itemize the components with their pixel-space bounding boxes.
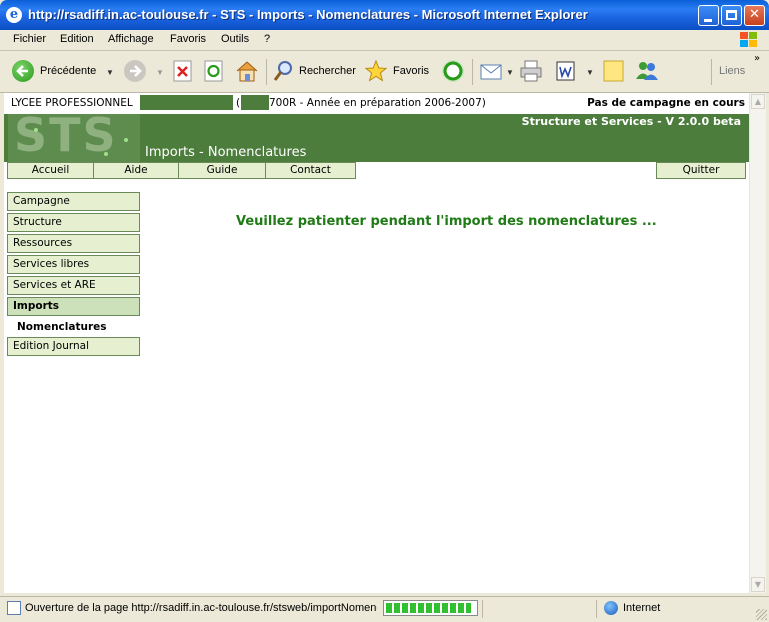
info-bar: LYCEE PROFESSIONNEL ( 700R - Année en pr… <box>4 93 749 114</box>
loading-message: Veuillez patienter pendant l'import des … <box>236 214 657 229</box>
menu-bar: Fichier Edition Affichage Favoris Outils… <box>0 30 769 51</box>
maximize-button[interactable] <box>721 5 742 26</box>
progress-fill <box>386 603 471 613</box>
school-name: LYCEE PROFESSIONNEL <box>11 97 133 109</box>
sidebar-item-ressources[interactable]: Ressources <box>7 234 140 253</box>
menu-fichier[interactable]: Fichier <box>13 33 46 45</box>
menu-help[interactable]: ? <box>264 33 270 45</box>
campaign-status: Pas de campagne en cours <box>587 97 745 109</box>
links-button[interactable]: Liens <box>719 59 759 85</box>
globe-icon <box>604 601 618 615</box>
page-title: Imports - Nomenclatures <box>145 145 307 160</box>
forward-dropdown-icon: ▼ <box>156 68 164 77</box>
chevron-more-icon[interactable]: » <box>754 53 760 64</box>
year-info: 700R - Année en préparation 2006-2007) <box>269 97 486 109</box>
search-button[interactable]: Rechercher <box>272 59 357 85</box>
note-icon <box>603 60 624 82</box>
nav-bar: Accueil Aide Guide Contact Quitter <box>4 162 749 179</box>
status-text: Ouverture de la page http://rsadiff.in.a… <box>25 602 377 614</box>
edit-button[interactable]: ▼ <box>554 59 596 85</box>
redacted-block <box>241 95 269 110</box>
forward-button[interactable]: ▼ <box>123 59 164 85</box>
back-dropdown-icon[interactable]: ▼ <box>106 68 114 77</box>
mail-icon <box>480 64 502 80</box>
paren-open: ( <box>236 97 241 109</box>
stop-icon <box>173 60 192 82</box>
menu-favoris[interactable]: Favoris <box>170 33 206 45</box>
notes-button[interactable] <box>601 59 627 85</box>
history-icon <box>442 60 464 82</box>
sidebar-item-structure[interactable]: Structure <box>7 213 140 232</box>
security-zone: Internet <box>623 602 661 614</box>
app-version: Structure et Services - V 2.0.0 beta <box>521 115 741 128</box>
minimize-button[interactable] <box>698 5 719 26</box>
refresh-button[interactable] <box>203 59 227 85</box>
sts-logo: STS <box>8 114 140 162</box>
messenger-button[interactable] <box>633 59 661 85</box>
printer-icon <box>520 60 542 82</box>
sidebar-subitem-nomenclatures[interactable]: Nomenclatures <box>17 321 107 333</box>
print-button[interactable] <box>518 59 544 85</box>
search-icon <box>273 61 292 81</box>
logo-text: STS <box>14 114 118 162</box>
title-bar: e http://rsadiff.in.ac-toulouse.fr - STS… <box>0 0 769 30</box>
header-banner: STS Structure et Services - V 2.0.0 beta… <box>4 114 749 162</box>
history-button[interactable] <box>440 59 466 85</box>
mail-dropdown-icon[interactable]: ▼ <box>506 68 514 77</box>
sidebar-item-imports[interactable]: Imports <box>7 297 140 316</box>
page-icon <box>7 601 21 615</box>
refresh-icon <box>204 60 223 82</box>
toolbar: Précédente ▼ ▼ Rechercher Favoris ▼ ▼ Li… <box>0 51 769 93</box>
nav-contact[interactable]: Contact <box>265 162 356 179</box>
redacted-block <box>140 95 233 110</box>
word-icon <box>556 61 575 81</box>
nav-accueil[interactable]: Accueil <box>7 162 94 179</box>
star-icon <box>364 59 388 82</box>
ie-icon: e <box>6 7 22 23</box>
home-button[interactable] <box>234 59 260 85</box>
vertical-scrollbar[interactable]: ▲ ▼ <box>749 93 766 593</box>
scroll-down-icon[interactable]: ▼ <box>751 577 765 592</box>
menu-affichage[interactable]: Affichage <box>108 33 154 45</box>
back-arrow-icon <box>12 60 34 82</box>
status-bar: Ouverture de la page http://rsadiff.in.a… <box>0 596 769 622</box>
sidebar-item-services-are[interactable]: Services et ARE <box>7 276 140 295</box>
windows-logo-icon <box>739 31 759 49</box>
stop-button[interactable] <box>172 59 196 85</box>
forward-arrow-icon <box>124 60 146 82</box>
messenger-icon <box>636 62 658 80</box>
page-viewport: LYCEE PROFESSIONNEL ( 700R - Année en pr… <box>4 93 749 593</box>
menu-outils[interactable]: Outils <box>221 33 249 45</box>
sidebar-item-services-libres[interactable]: Services libres <box>7 255 140 274</box>
window-title: http://rsadiff.in.ac-toulouse.fr - STS -… <box>28 7 588 22</box>
mail-button[interactable]: ▼ <box>479 59 515 85</box>
back-button[interactable]: Précédente ▼ <box>10 59 114 85</box>
sidebar-item-edition-journal[interactable]: Edition Journal <box>7 337 140 356</box>
home-icon <box>236 61 258 82</box>
close-button[interactable]: ✕ <box>744 5 765 26</box>
scroll-up-icon[interactable]: ▲ <box>751 94 765 109</box>
favorites-button[interactable]: Favoris <box>364 59 434 85</box>
nav-quitter[interactable]: Quitter <box>656 162 746 179</box>
menu-edition[interactable]: Edition <box>60 33 94 45</box>
edit-dropdown-icon[interactable]: ▼ <box>586 68 594 77</box>
nav-aide[interactable]: Aide <box>93 162 179 179</box>
resize-grip-icon[interactable] <box>756 609 767 620</box>
close-icon: ✕ <box>749 7 760 22</box>
progress-bar <box>383 600 478 616</box>
sidebar-item-campagne[interactable]: Campagne <box>7 192 140 211</box>
nav-guide[interactable]: Guide <box>178 162 266 179</box>
